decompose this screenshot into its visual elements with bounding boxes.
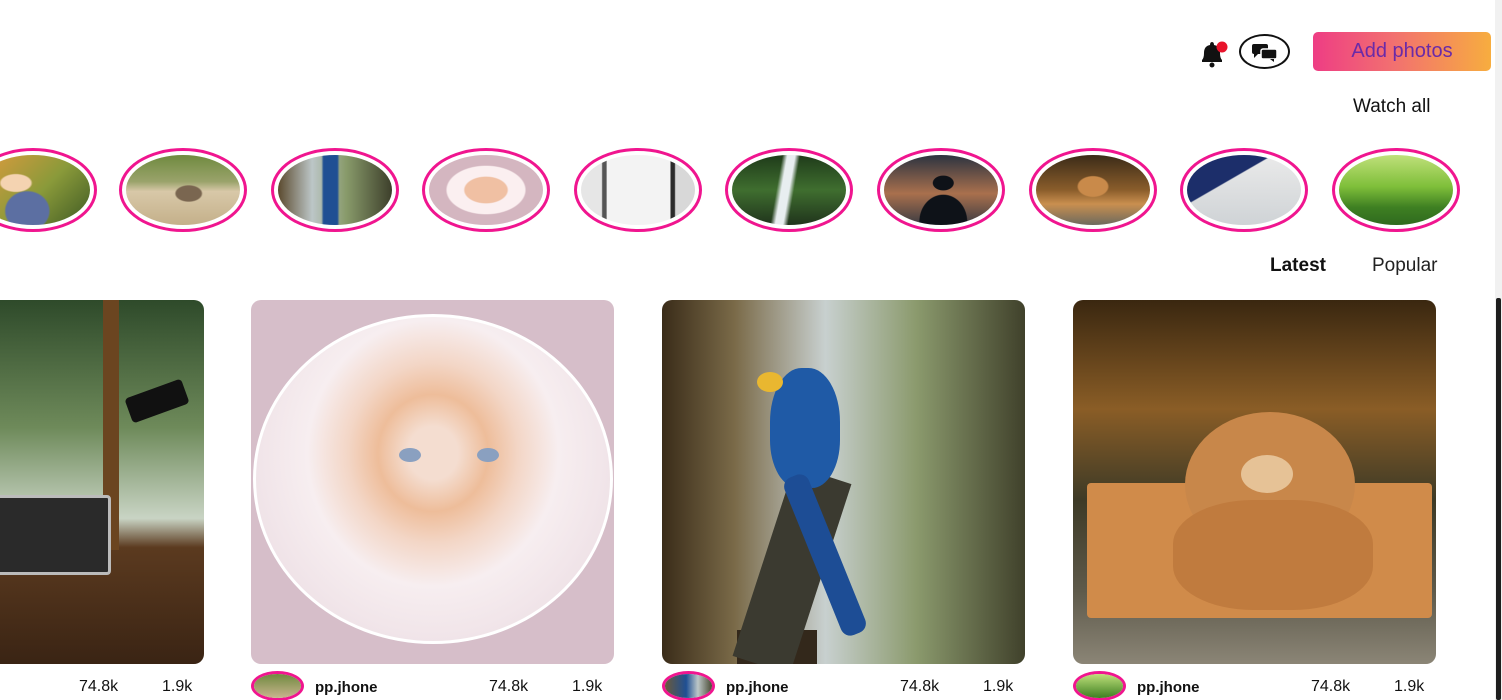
page-scrollbar[interactable]: [1495, 0, 1502, 700]
like-count: 74.8k: [489, 678, 529, 695]
story-silhouette[interactable]: [877, 148, 1005, 232]
avatar[interactable]: [251, 671, 304, 700]
comment-count: 1.9k: [572, 678, 603, 695]
avatar-image: [254, 674, 301, 698]
avatar[interactable]: [1073, 671, 1126, 700]
scrollbar-thumb[interactable]: [1496, 298, 1501, 700]
avatar-image: [665, 674, 712, 698]
avatar[interactable]: [662, 671, 715, 700]
post-username[interactable]: pp.jhone: [315, 679, 378, 696]
tab-popular[interactable]: Popular: [1372, 255, 1438, 277]
chat-icon[interactable]: [1239, 34, 1290, 69]
post-meta: pp.jhone 74.8k 1.9k: [251, 670, 614, 700]
story-image: [126, 155, 240, 225]
story-baby[interactable]: [0, 148, 97, 232]
notification-dot: [1216, 41, 1228, 53]
post-meta: 74.8k 1.9k: [0, 670, 204, 700]
story-kitten[interactable]: [422, 148, 550, 232]
story-image: [581, 155, 695, 225]
story-laptop-desk[interactable]: [1180, 148, 1308, 232]
like-count: 74.8k: [1311, 678, 1351, 695]
like-count: 74.8k: [900, 678, 940, 695]
like-count: 74.8k: [79, 678, 119, 695]
comment-count: 1.9k: [162, 678, 193, 695]
post-card-image[interactable]: [662, 300, 1025, 664]
story-image: [1036, 155, 1150, 225]
story-image: [732, 155, 846, 225]
comment-count: 1.9k: [983, 678, 1014, 695]
story-image: [0, 155, 90, 225]
story-window-room[interactable]: [574, 148, 702, 232]
post-meta: pp.jhone 74.8k 1.9k: [1073, 670, 1436, 700]
story-teddy-bear[interactable]: [1029, 148, 1157, 232]
watch-all-link[interactable]: Watch all: [1353, 96, 1430, 118]
story-meadow[interactable]: [1332, 148, 1460, 232]
avatar-image: [1076, 674, 1123, 698]
post-card-image[interactable]: [0, 300, 204, 664]
story-image: [884, 155, 998, 225]
add-photos-button[interactable]: Add photos: [1313, 32, 1491, 71]
story-image: [1187, 155, 1301, 225]
story-parrot[interactable]: [271, 148, 399, 232]
post-username[interactable]: pp.jhone: [726, 679, 789, 696]
story-image: [278, 155, 392, 225]
post-card-image[interactable]: [1073, 300, 1436, 664]
tab-latest[interactable]: Latest: [1270, 255, 1326, 277]
post-username[interactable]: pp.jhone: [1137, 679, 1200, 696]
bell-icon[interactable]: [1196, 38, 1228, 68]
post-card-image[interactable]: [251, 300, 614, 664]
story-waterfall[interactable]: [725, 148, 853, 232]
story-chipmunk[interactable]: [119, 148, 247, 232]
story-image: [1339, 155, 1453, 225]
comment-count: 1.9k: [1394, 678, 1425, 695]
post-meta: pp.jhone 74.8k 1.9k: [662, 670, 1025, 700]
story-image: [429, 155, 543, 225]
